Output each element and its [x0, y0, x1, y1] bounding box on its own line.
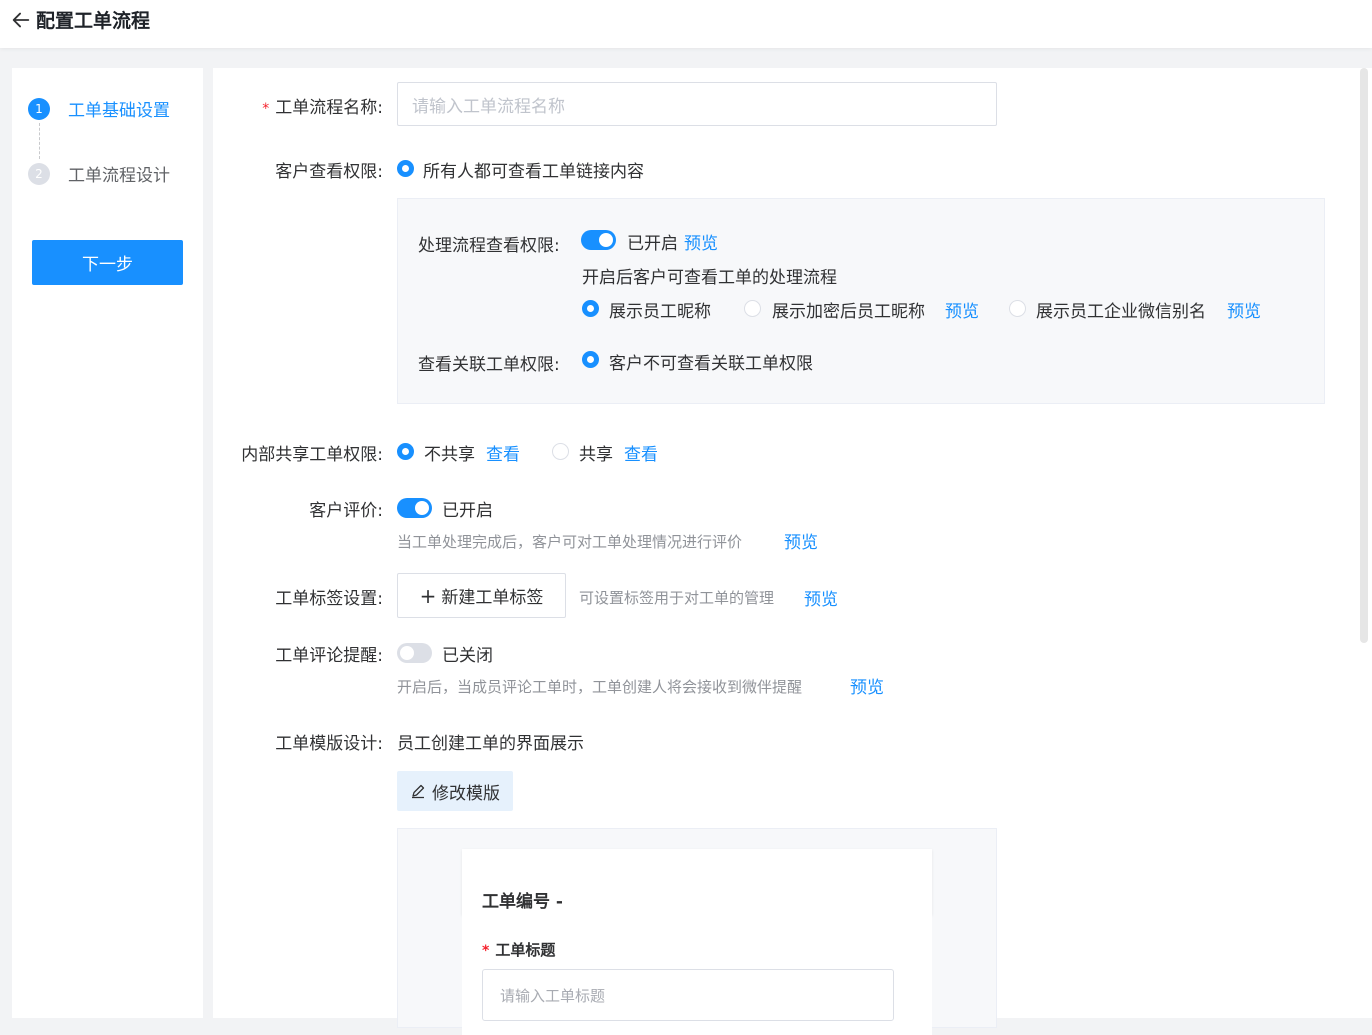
next-step-button[interactable]: 下一步 — [32, 240, 183, 285]
evaluation-label: 客户评价: — [309, 501, 383, 521]
required-mark: * — [262, 101, 270, 117]
scrollbar[interactable] — [1360, 68, 1368, 643]
radio-show-nickname[interactable] — [582, 300, 599, 317]
page-title: 配置工单流程 — [36, 10, 151, 32]
customer-view-label: 客户查看权限: — [275, 162, 383, 182]
flow-name-label: * 工单流程名称: — [262, 98, 383, 118]
process-view-preview-link[interactable]: 预览 — [684, 229, 718, 254]
tags-desc: 可设置标签用于对工单的管理 — [579, 589, 775, 607]
required-mark: * — [482, 943, 490, 959]
top-header: 配置工单流程 — [0, 0, 1372, 48]
new-tag-button[interactable]: + 新建工单标签 — [397, 573, 566, 618]
evaluation-desc: 当工单处理完成后，客户可对工单处理情况进行评价 — [397, 533, 743, 551]
share-view-link[interactable]: 查看 — [624, 440, 658, 465]
comment-remind-preview-link[interactable]: 预览 — [850, 673, 884, 698]
edit-icon — [412, 784, 425, 799]
no-share-view-link[interactable]: 查看 — [486, 440, 520, 465]
radio-show-encrypted-nickname[interactable] — [744, 300, 761, 317]
template-desc: 员工创建工单的界面展示 — [397, 734, 584, 754]
process-view-label: 处理流程查看权限: — [418, 236, 560, 256]
related-view-label: 查看关联工单权限: — [418, 355, 560, 375]
evaluation-status: 已开启 — [442, 501, 493, 521]
step-number: 1 — [28, 97, 50, 120]
option-no-share: 不共享 — [424, 445, 475, 465]
comment-remind-label: 工单评论提醒: — [275, 646, 383, 666]
radio-show-wecom-alias[interactable] — [1009, 300, 1026, 317]
step-basic-settings[interactable]: 1 工单基础设置 — [28, 96, 170, 121]
preview-field-label: * 工单标题 — [482, 941, 556, 959]
option-show-wecom-alias: 展示员工企业微信别名 — [1036, 302, 1206, 322]
preview-form: * 工单标题 请输入工单标题 — [462, 915, 932, 1035]
edit-template-button[interactable]: 修改模版 — [397, 771, 513, 811]
customer-view-radio[interactable] — [397, 160, 414, 177]
preview-title-input: 请输入工单标题 — [482, 969, 894, 1021]
tags-preview-link[interactable]: 预览 — [804, 585, 838, 610]
step-flow-design[interactable]: 2 工单流程设计 — [28, 161, 170, 186]
customer-view-option: 所有人都可查看工单链接内容 — [423, 162, 644, 182]
radio-share[interactable] — [552, 443, 569, 460]
step-label: 工单基础设置 — [68, 101, 170, 121]
tags-label: 工单标签设置: — [275, 589, 383, 609]
wecom-alias-preview-link[interactable]: 预览 — [1227, 297, 1261, 322]
preview-header-card: 工单编号 - — [462, 849, 932, 915]
steps-sidebar: 1 工单基础设置 2 工单流程设计 下一步 — [12, 68, 203, 1018]
flow-name-input[interactable]: 请输入工单流程名称 — [397, 82, 997, 126]
process-view-desc: 开启后客户可查看工单的处理流程 — [582, 268, 837, 288]
back-button[interactable]: 配置工单流程 — [10, 6, 150, 33]
comment-remind-status: 已关闭 — [442, 646, 493, 666]
related-view-radio[interactable] — [582, 351, 599, 368]
step-connector — [39, 123, 40, 159]
step-number: 2 — [28, 162, 50, 185]
comment-remind-switch[interactable] — [397, 643, 432, 663]
comment-remind-desc: 开启后，当成员评论工单时，工单创建人将会接收到微伴提醒 — [397, 678, 803, 696]
radio-no-share[interactable] — [397, 443, 414, 460]
plus-icon: + — [419, 583, 437, 608]
template-preview: 工单编号 - * 工单标题 请输入工单标题 — [397, 828, 997, 1035]
internal-share-label: 内部共享工单权限: — [241, 445, 383, 465]
preview-ticket-number: 工单编号 - — [482, 892, 563, 912]
related-view-option: 客户不可查看关联工单权限 — [609, 354, 813, 374]
evaluation-preview-link[interactable]: 预览 — [784, 528, 818, 553]
process-view-status: 已开启 — [627, 234, 678, 254]
step-label: 工单流程设计 — [68, 166, 170, 186]
process-view-switch[interactable] — [581, 230, 616, 250]
encrypted-nickname-preview-link[interactable]: 预览 — [945, 297, 979, 322]
option-show-nickname: 展示员工昵称 — [609, 302, 711, 322]
arrow-left-icon — [12, 12, 30, 27]
option-share: 共享 — [579, 445, 613, 465]
template-label: 工单模版设计: — [275, 734, 383, 754]
customer-permission-panel: 处理流程查看权限: 已开启 预览 开启后客户可查看工单的处理流程 展示员工昵称 … — [397, 198, 1325, 404]
form-panel: * 工单流程名称: 请输入工单流程名称 客户查看权限: 所有人都可查看工单链接内容… — [213, 68, 1372, 1035]
evaluation-switch[interactable] — [397, 498, 432, 518]
option-show-encrypted-nickname: 展示加密后员工昵称 — [772, 302, 925, 322]
